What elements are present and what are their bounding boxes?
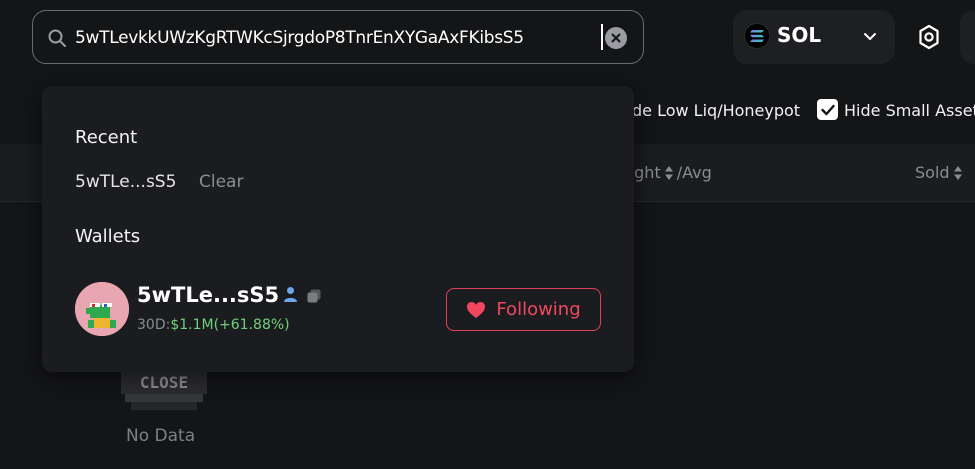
settings-icon[interactable] — [916, 24, 942, 50]
sort-icon — [953, 165, 962, 180]
following-button[interactable]: Following — [446, 288, 601, 331]
recent-heading: Recent — [75, 127, 138, 148]
column-sold[interactable]: Sold — [915, 163, 963, 182]
search-results-dropdown: Recent 5wTLe...sS5 Clear Wallets 5wTLe..… — [42, 86, 634, 372]
no-data-label: No Data — [126, 426, 196, 446]
following-label: Following — [496, 299, 581, 320]
column-sold-label: Sold — [915, 163, 950, 182]
top-bar: SOL — [0, 0, 975, 88]
heart-icon — [467, 301, 486, 318]
pnl-change: (+61.88%) — [213, 317, 290, 333]
pnl-amount: $1.1M — [170, 317, 214, 333]
wallet-name[interactable]: 5wTLe...sS5 — [137, 283, 279, 307]
search-icon — [48, 29, 66, 47]
copy-icon[interactable] — [306, 288, 322, 304]
empty-art-label: CLOSE — [140, 373, 188, 392]
wallet-pnl: 30D:$1.1M(+61.88%) — [137, 317, 290, 333]
pnl-period: 30D: — [137, 317, 171, 333]
text-caret — [601, 24, 603, 50]
wallets-heading: Wallets — [75, 226, 141, 247]
user-icon — [284, 287, 297, 302]
recent-search-item[interactable]: 5wTLe...sS5 — [75, 172, 176, 192]
search-input[interactable] — [75, 25, 600, 51]
sort-icon — [664, 165, 673, 180]
hide-small-assets-label[interactable]: Hide Small Asset — [844, 101, 975, 120]
clear-icon[interactable] — [605, 27, 627, 49]
wallet-chip[interactable] — [960, 10, 975, 64]
chain-selector[interactable]: SOL — [733, 10, 895, 64]
search-box[interactable] — [32, 10, 644, 64]
close-icon — [611, 33, 621, 43]
solana-icon — [744, 23, 770, 49]
column-bought[interactable]: ught /Avg — [624, 163, 712, 182]
chevron-down-icon — [864, 33, 876, 40]
app-page: SOL de Low Liq/Honeypot Hide Small Asset… — [0, 0, 975, 469]
check-icon — [820, 104, 835, 115]
hide-small-assets-checkbox[interactable] — [817, 99, 838, 120]
avatar[interactable] — [75, 282, 129, 336]
column-bought-suffix: /Avg — [676, 163, 712, 182]
chain-label: SOL — [777, 23, 822, 47]
clear-recent-button[interactable]: Clear — [199, 172, 243, 192]
hide-low-liq-label[interactable]: de Low Liq/Honeypot — [632, 101, 800, 120]
empty-state-illustration: CLOSE — [121, 366, 207, 410]
